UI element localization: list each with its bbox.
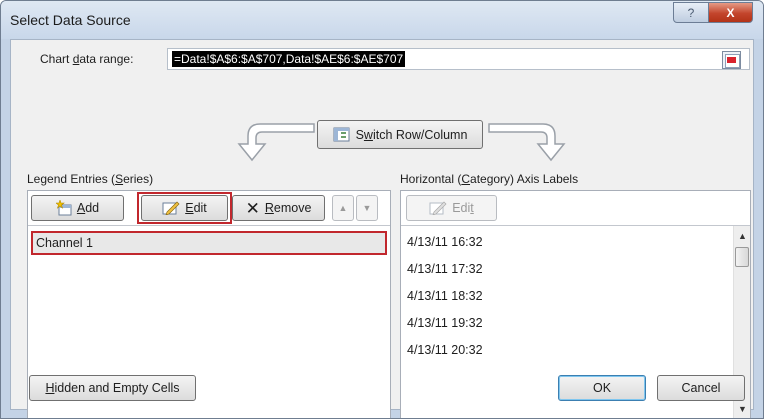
- axis-label-item[interactable]: 4/13/11 20:32: [407, 343, 483, 357]
- select-data-source-dialog: Select Data Source ? X Chart data range:…: [0, 0, 764, 419]
- close-icon: X: [726, 5, 735, 20]
- close-button[interactable]: X: [708, 2, 753, 23]
- edit-axis-labels-button[interactable]: Edit: [406, 195, 497, 221]
- switch-row-column-button[interactable]: Switch Row/Column: [317, 120, 483, 149]
- legend-entries-label: Legend Entries (Series): [27, 172, 154, 186]
- cancel-button[interactable]: Cancel: [657, 375, 745, 401]
- axis-label-item[interactable]: 4/13/11 17:32: [407, 262, 483, 276]
- collapse-dialog-button[interactable]: [722, 51, 741, 69]
- right-curved-arrow-icon: [488, 123, 566, 162]
- edit-icon: [429, 201, 447, 215]
- axis-labels-label: Horizontal (Category) Axis Labels: [400, 172, 579, 186]
- add-icon: [55, 200, 72, 216]
- left-curved-arrow-icon: [237, 123, 315, 162]
- axis-toolbar: Edit: [401, 191, 750, 226]
- chart-data-range-input[interactable]: =Data!$A$6:$A$707,Data!$AE$6:$AE$707: [167, 48, 750, 70]
- move-down-button[interactable]: ▼: [356, 195, 378, 221]
- legend-toolbar: Add Edit ✕ Remove ▲ ▼: [28, 191, 390, 226]
- remove-icon: ✕: [245, 198, 260, 218]
- remove-series-button[interactable]: ✕ Remove: [232, 195, 325, 221]
- dialog-title: Select Data Source: [10, 12, 131, 28]
- scroll-thumb[interactable]: [735, 247, 749, 267]
- chart-data-range-value: =Data!$A$6:$A$707,Data!$AE$6:$AE$707: [172, 51, 406, 67]
- ok-button[interactable]: OK: [558, 375, 646, 401]
- move-up-icon: ▲: [338, 203, 348, 213]
- move-down-icon: ▼: [362, 203, 372, 213]
- edit-button-highlight: [137, 192, 232, 224]
- scroll-down-icon[interactable]: ▼: [738, 404, 747, 414]
- axis-label-item[interactable]: 4/13/11 19:32: [407, 316, 483, 330]
- axis-label-item[interactable]: 4/13/11 18:32: [407, 289, 483, 303]
- hidden-empty-cells-button[interactable]: Hidden and Empty Cells: [29, 375, 196, 401]
- switch-row-column-icon: [333, 127, 350, 141]
- add-series-button[interactable]: Add: [31, 195, 124, 221]
- axis-label-item[interactable]: 4/13/11 16:32: [407, 235, 483, 249]
- series-item[interactable]: Channel 1: [31, 231, 387, 255]
- move-up-button[interactable]: ▲: [332, 195, 354, 221]
- chart-data-range-label: Chart data range:: [40, 52, 134, 66]
- help-button[interactable]: ?: [673, 2, 709, 23]
- switch-row-column-label: Switch Row/Column: [355, 127, 468, 142]
- title-bar: Select Data Source ? X: [1, 1, 763, 39]
- scroll-up-icon[interactable]: ▲: [738, 231, 747, 241]
- help-icon: ?: [687, 5, 695, 20]
- dialog-body: Chart data range: =Data!$A$6:$A$707,Data…: [10, 39, 754, 418]
